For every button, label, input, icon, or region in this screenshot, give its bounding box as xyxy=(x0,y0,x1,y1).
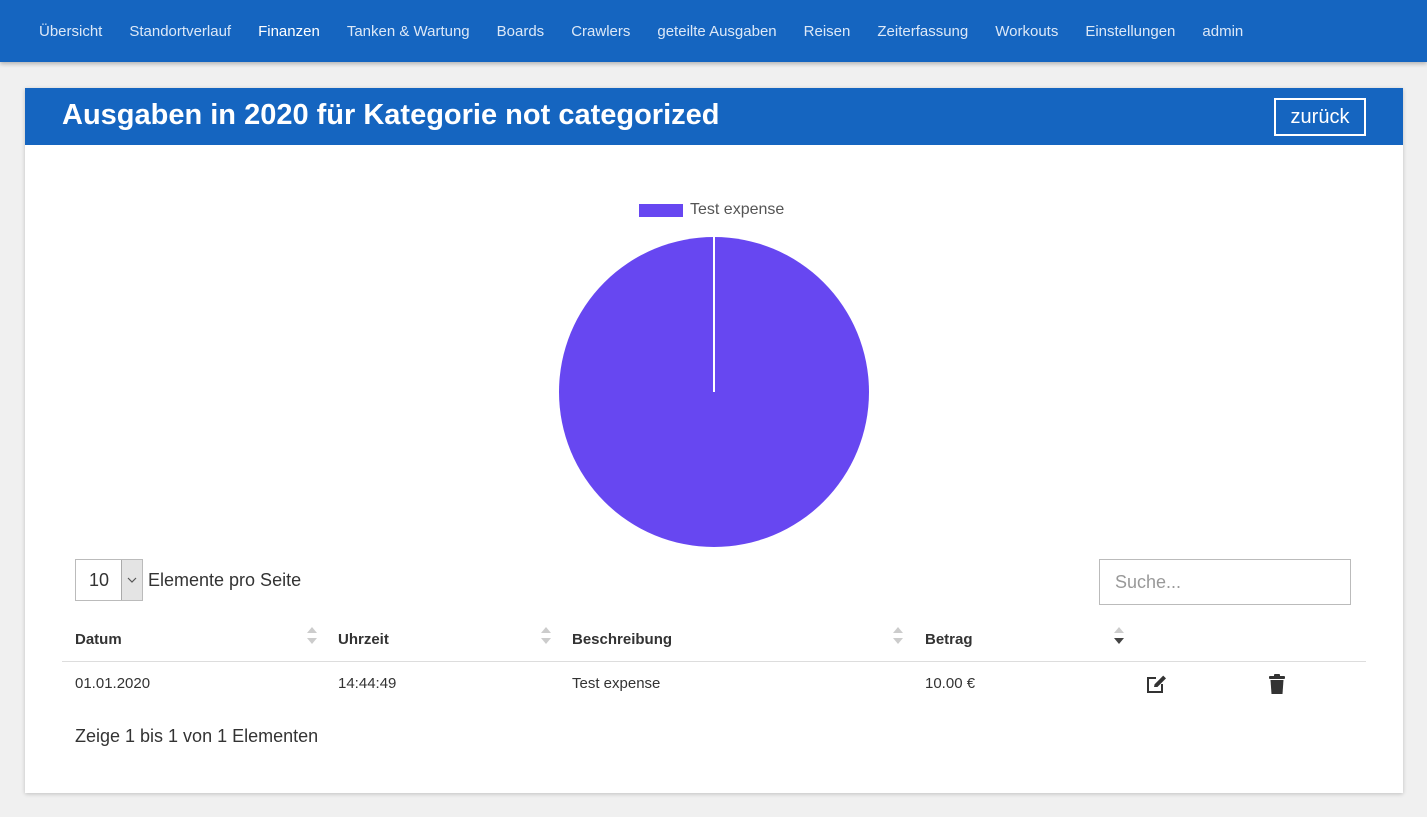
back-button[interactable]: zurück xyxy=(1274,98,1366,136)
page-title: Ausgaben in 2020 für Kategorie not categ… xyxy=(62,99,720,131)
sort-icon[interactable] xyxy=(893,627,903,647)
chart-legend[interactable]: Test expense xyxy=(639,201,784,219)
cell-uhrzeit: 14:44:49 xyxy=(338,675,397,692)
nav-item-finanzen[interactable]: Finanzen xyxy=(258,23,320,40)
trash-icon[interactable] xyxy=(1265,672,1289,696)
legend-label: Test expense xyxy=(690,201,785,218)
page-length-select[interactable]: 10 xyxy=(75,559,143,601)
nav-item-workouts[interactable]: Workouts xyxy=(995,23,1058,40)
column-header-beschreibung[interactable]: Beschreibung xyxy=(572,631,672,648)
table-header-divider xyxy=(62,661,1366,662)
card-header: Ausgaben in 2020 für Kategorie not categ… xyxy=(25,88,1403,145)
nav-item-geteilte-ausgaben[interactable]: geteilte Ausgaben xyxy=(657,23,776,40)
top-navbar: Übersicht Standortverlauf Finanzen Tanke… xyxy=(0,0,1427,62)
cell-datum: 01.01.2020 xyxy=(75,675,151,692)
nav-item-zeiterfassung[interactable]: Zeiterfassung xyxy=(877,23,968,40)
sort-desc-icon[interactable] xyxy=(1114,627,1124,647)
column-header-datum[interactable]: Datum xyxy=(75,631,122,648)
sort-icon[interactable] xyxy=(307,627,317,647)
expenses-card: Ausgaben in 2020 für Kategorie not categ… xyxy=(25,88,1403,793)
nav-item-uebersicht[interactable]: Übersicht xyxy=(39,23,102,40)
page-length-value: 10 xyxy=(89,569,110,590)
nav-item-reisen[interactable]: Reisen xyxy=(804,23,851,40)
cell-beschreibung: Test expense xyxy=(572,675,661,692)
page-length-label: Elemente pro Seite xyxy=(148,570,302,590)
nav-item-standortverlauf[interactable]: Standortverlauf xyxy=(129,23,231,40)
search-input[interactable]: Suche... xyxy=(1099,559,1351,605)
sort-icon[interactable] xyxy=(541,627,551,647)
cell-betrag: 10.00 € xyxy=(925,675,976,692)
edit-icon[interactable] xyxy=(1144,672,1168,696)
nav-item-tanken-wartung[interactable]: Tanken & Wartung xyxy=(347,23,470,40)
chevron-down-icon[interactable] xyxy=(121,560,142,600)
pie-chart-svg xyxy=(559,237,869,547)
nav-item-crawlers[interactable]: Crawlers xyxy=(571,23,630,40)
nav-item-admin[interactable]: admin xyxy=(1202,23,1243,40)
column-header-betrag[interactable]: Betrag xyxy=(925,631,973,648)
nav-item-einstellungen[interactable]: Einstellungen xyxy=(1085,23,1175,40)
pie-chart: Test expense xyxy=(25,145,1403,565)
nav-menu: Übersicht Standortverlauf Finanzen Tanke… xyxy=(39,0,1270,62)
column-header-uhrzeit[interactable]: Uhrzeit xyxy=(338,631,389,648)
nav-item-boards[interactable]: Boards xyxy=(497,23,545,40)
legend-swatch xyxy=(639,203,683,217)
table-info: Zeige 1 bis 1 von 1 Elementen xyxy=(75,726,319,746)
